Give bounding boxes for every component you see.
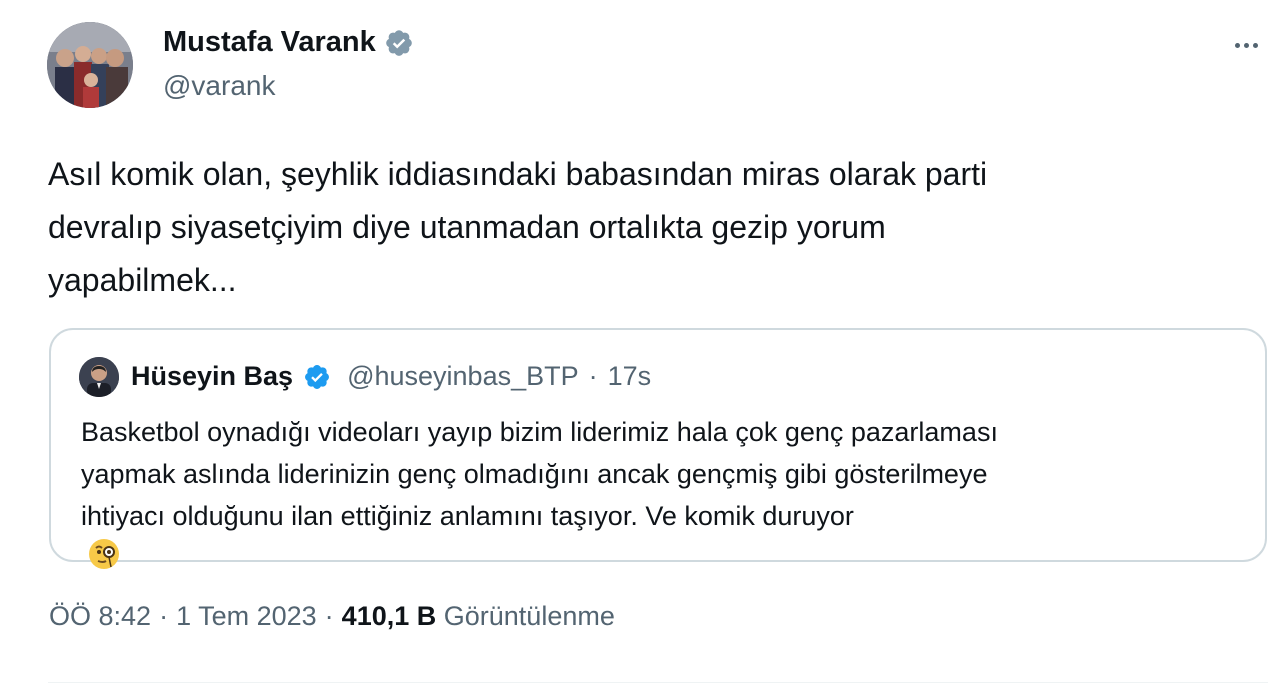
- tweet-date[interactable]: 1 Tem 2023: [176, 601, 317, 632]
- tweet-text-line: devralıp siyasetçiyim diye utanmadan ort…: [48, 209, 886, 245]
- quoted-tweet-header: Hüseyin Baş @huseyinbas_BTP · 17s: [131, 361, 651, 392]
- author-name-row[interactable]: Mustafa Varank: [163, 26, 414, 59]
- tweet-text-line: Asıl komik olan, şeyhlik iddiasındaki ba…: [48, 156, 988, 192]
- author-avatar[interactable]: [47, 22, 133, 108]
- quoted-text-line-content: ihtiyacı olduğunu ilan ettiğiniz anlamın…: [81, 501, 854, 531]
- tweet-time[interactable]: ÖÖ 8:42: [49, 601, 151, 632]
- verified-badge-icon[interactable]: [303, 363, 331, 391]
- separator-dot: ·: [159, 601, 169, 631]
- tweet-text: Asıl komik olan, şeyhlik iddiasındaki ba…: [48, 148, 1178, 307]
- verified-badge-icon[interactable]: [384, 28, 414, 58]
- more-dot: [1252, 42, 1258, 48]
- quoted-author-name[interactable]: Hüseyin Baş: [131, 361, 293, 392]
- views-group[interactable]: 410,1 B Görüntülenme: [342, 601, 615, 632]
- views-label: Görüntülenme: [443, 601, 615, 631]
- quoted-author-handle[interactable]: @huseyinbas_BTP: [347, 361, 579, 392]
- face-with-monocle-icon: [87, 537, 121, 571]
- more-dot: [1243, 42, 1249, 48]
- quoted-author-avatar[interactable]: [79, 357, 119, 397]
- quoted-tweet-text: Basketbol oynadığı videoları yayıp bizim…: [81, 411, 1251, 571]
- quoted-text-line: yapmak aslında liderinizin genç olmadığı…: [81, 459, 988, 489]
- more-options-button[interactable]: [1226, 30, 1266, 60]
- divider: [48, 682, 1268, 683]
- separator-dot: ·: [588, 361, 598, 391]
- quoted-text-line: Basketbol oynadığı videoları yayıp bizim…: [81, 417, 998, 447]
- tweet-text-line: yapabilmek...: [48, 262, 237, 298]
- more-horizontal-icon: [1234, 42, 1240, 48]
- quoted-text-line: ihtiyacı olduğunu ilan ettiğiniz anlamın…: [81, 495, 1251, 571]
- tweet-meta: ÖÖ 8:42 · 1 Tem 2023 · 410,1 B Görüntüle…: [49, 601, 615, 632]
- author-name[interactable]: Mustafa Varank: [163, 26, 376, 59]
- views-count: 410,1 B: [341, 601, 437, 631]
- separator-dot: ·: [324, 601, 334, 631]
- author-handle[interactable]: @varank: [163, 70, 275, 102]
- quoted-tweet-time[interactable]: 17s: [608, 361, 652, 392]
- quoted-tweet-card[interactable]: Hüseyin Baş @huseyinbas_BTP · 17s Basket…: [49, 328, 1267, 569]
